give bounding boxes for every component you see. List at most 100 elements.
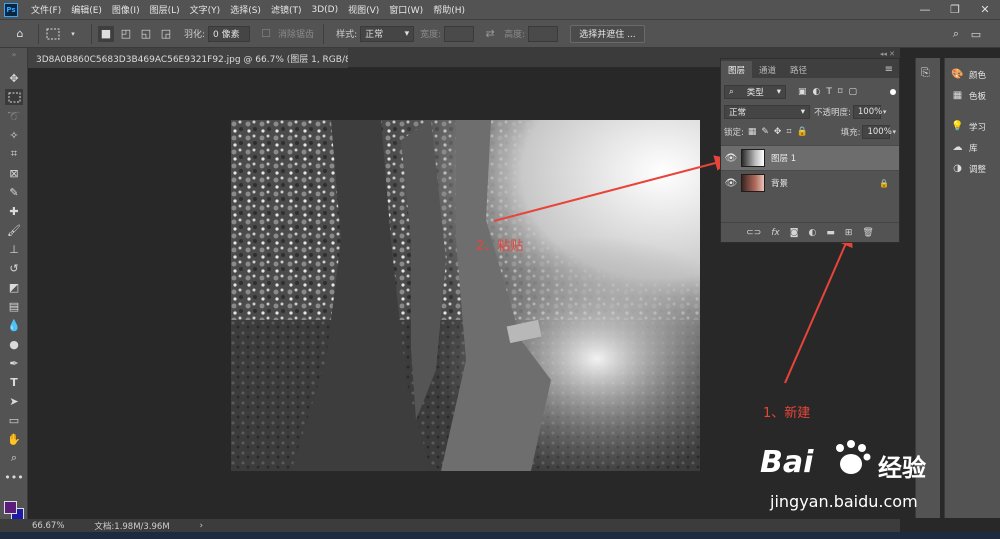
document-image[interactable]: [231, 120, 700, 471]
panel-menu-icon[interactable]: ≡: [885, 61, 899, 78]
hand-tool-icon[interactable]: ✋: [5, 431, 23, 447]
menu-window[interactable]: 窗口(W): [384, 3, 428, 16]
pen-tool-icon[interactable]: ✒: [5, 355, 23, 371]
maximize-button[interactable]: ❐: [940, 0, 970, 19]
menu-filter[interactable]: 滤镜(T): [266, 3, 307, 16]
dock-label: 库: [969, 143, 978, 154]
eraser-tool-icon[interactable]: ◩: [5, 279, 23, 295]
gradient-tool-icon[interactable]: ▤: [5, 298, 23, 314]
chevron-down-icon[interactable]: ▾: [883, 108, 887, 116]
document-tab[interactable]: 3D8A0B860C5683D3B469AC56E9321F92.jpg @ 6…: [28, 48, 348, 68]
link-icon[interactable]: ⊂⊃: [746, 228, 761, 238]
search-icon[interactable]: ⌕: [948, 26, 964, 42]
style-select[interactable]: 正常 ▾: [360, 25, 415, 42]
layer-name[interactable]: 图层 1: [771, 152, 796, 164]
palette-icon: 🎨: [951, 69, 964, 80]
layer-row-layer1[interactable]: 👁 图层 1: [721, 145, 899, 170]
move-tool-icon[interactable]: ✥: [5, 70, 23, 86]
close-button[interactable]: ✕: [970, 0, 1000, 19]
divider: [91, 23, 92, 44]
zoom-tool-icon[interactable]: ⌕: [5, 450, 23, 466]
tab-channels[interactable]: 通道: [752, 61, 783, 78]
panel-collapse-icon[interactable]: ◂◂ ✕: [880, 50, 895, 58]
fill-input[interactable]: 100%: [862, 125, 892, 139]
zoom-level[interactable]: 66.67%: [32, 521, 64, 531]
menu-image[interactable]: 图像(I): [107, 3, 145, 16]
dock-item-libraries[interactable]: ☁ 库: [945, 137, 1000, 158]
history-icon[interactable]: ⎘: [921, 66, 940, 80]
new-selection-icon[interactable]: ■: [98, 25, 114, 42]
menu-3d[interactable]: 3D(D): [306, 5, 343, 15]
feather-input[interactable]: 0 像素: [208, 25, 251, 42]
doc-size: 文档:1.98M/3.96M: [94, 521, 170, 532]
select-and-mask-button[interactable]: 选择并遮住 ...: [570, 24, 645, 43]
watermark-brand: Bai: [760, 445, 814, 480]
blur-tool-icon[interactable]: 💧: [5, 317, 23, 333]
new-layer-icon[interactable]: ⊞: [845, 228, 853, 238]
adjustment-icon[interactable]: ◐: [808, 228, 816, 238]
dock-item-learn[interactable]: 💡 学习: [945, 116, 1000, 137]
opacity-label: 不透明度:: [814, 108, 851, 118]
eye-icon[interactable]: 👁: [721, 178, 741, 189]
filter-toggle-icon[interactable]: [890, 89, 896, 95]
height-input[interactable]: [528, 25, 559, 42]
fx-icon[interactable]: fx: [771, 228, 780, 238]
chevron-down-icon[interactable]: ▾: [892, 128, 896, 136]
more-tools-icon[interactable]: •••: [4, 469, 23, 485]
frame-tool-icon[interactable]: ⊠: [5, 165, 23, 181]
marquee-tool-icon[interactable]: [5, 89, 23, 105]
rectangle-tool-icon[interactable]: ▭: [5, 412, 23, 428]
workspace-icon[interactable]: ▭: [968, 26, 984, 42]
width-input[interactable]: [444, 25, 475, 42]
type-tool-icon[interactable]: T: [5, 374, 23, 390]
foreground-color-swatch[interactable]: [4, 501, 17, 514]
clone-stamp-tool-icon[interactable]: ⊥: [5, 241, 23, 257]
lightbulb-icon: 💡: [951, 121, 964, 132]
add-selection-icon[interactable]: ◰: [118, 26, 134, 42]
status-menu-arrow[interactable]: ›: [200, 521, 203, 531]
swap-icon[interactable]: ⇄: [482, 26, 498, 42]
menu-view[interactable]: 视图(V): [343, 3, 384, 16]
tab-layers[interactable]: 图层: [721, 61, 753, 78]
chevron-down-icon[interactable]: ▾: [65, 26, 81, 42]
menu-layer[interactable]: 图层(L): [145, 3, 185, 16]
menu-type[interactable]: 文字(Y): [185, 3, 226, 16]
menu-help[interactable]: 帮助(H): [428, 3, 470, 16]
menu-file[interactable]: 文件(F): [26, 3, 66, 16]
layer-name[interactable]: 背景: [771, 177, 788, 189]
intersect-selection-icon[interactable]: ◲: [158, 26, 174, 42]
antialias-checkbox[interactable]: ☐: [258, 26, 274, 42]
lock-icons[interactable]: ▦✎✥⌗🔒: [748, 127, 813, 137]
dodge-tool-icon[interactable]: ●: [5, 336, 23, 352]
magic-wand-tool-icon[interactable]: ✧: [5, 127, 23, 143]
dock-item-swatches[interactable]: ▦ 色板: [945, 85, 1000, 106]
folder-icon[interactable]: ▬: [826, 228, 835, 238]
eyedropper-tool-icon[interactable]: ✎: [5, 184, 23, 200]
dock-item-adjustments[interactable]: ◑ 调整: [945, 158, 1000, 179]
lasso-tool-icon[interactable]: ➰: [5, 108, 23, 124]
mask-icon[interactable]: ◙: [790, 228, 799, 238]
path-selection-tool-icon[interactable]: ➤: [5, 393, 23, 409]
marquee-tool-preset-icon[interactable]: [45, 26, 61, 42]
crop-tool-icon[interactable]: ⌗: [5, 146, 23, 162]
collapse-icon[interactable]: »: [5, 50, 23, 59]
dock-item-color[interactable]: 🎨 颜色: [945, 64, 1000, 85]
menu-bar: Ps 文件(F) 编辑(E) 图像(I) 图层(L) 文字(Y) 选择(S) 滤…: [0, 0, 1000, 19]
right-dock: 🎨 颜色 ▦ 色板 💡 学习 ☁ 库 ◑ 调整: [944, 58, 1000, 518]
minimize-button[interactable]: —: [910, 0, 940, 19]
layer-row-background[interactable]: 👁 背景 🔒: [721, 170, 899, 195]
tab-paths[interactable]: 路径: [783, 61, 814, 78]
healing-brush-tool-icon[interactable]: ✚: [5, 203, 23, 219]
home-icon[interactable]: ⌂: [12, 26, 28, 42]
eye-icon[interactable]: 👁: [721, 153, 741, 164]
filter-icons[interactable]: ▣◐T⌑▢: [798, 87, 863, 97]
layer-filter-select[interactable]: ⌕ 类型 ▾: [724, 85, 786, 99]
opacity-input[interactable]: 100%: [852, 105, 882, 119]
history-brush-tool-icon[interactable]: ↺: [5, 260, 23, 276]
trash-icon[interactable]: 🗑: [862, 228, 873, 238]
subtract-selection-icon[interactable]: ◱: [138, 26, 154, 42]
menu-select[interactable]: 选择(S): [225, 3, 266, 16]
brush-tool-icon[interactable]: 🖌: [5, 222, 23, 238]
menu-edit[interactable]: 编辑(E): [66, 3, 107, 16]
blend-mode-select[interactable]: 正常 ▾: [724, 105, 810, 119]
